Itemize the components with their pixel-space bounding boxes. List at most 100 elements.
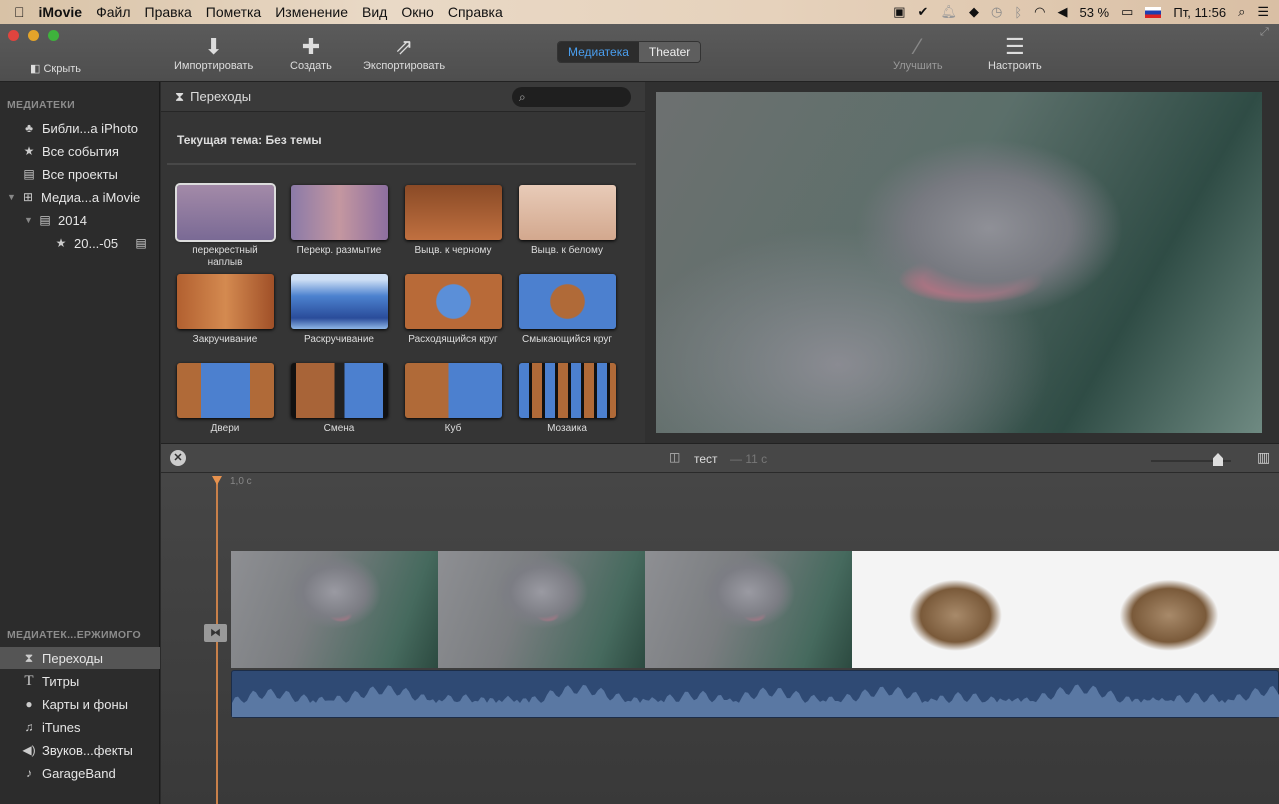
sidebar-item-maps[interactable]: ● Карты и фоны [0,693,160,715]
search-input[interactable]: ⌕ [512,87,631,107]
apple-icon[interactable]:  [14,4,25,20]
adjust-label: Настроить [988,60,1042,72]
transition-thumbnail [518,363,616,418]
bluetooth-icon[interactable]: ᛒ [1014,5,1022,20]
import-button[interactable]: ⬇ Импортировать [174,34,253,72]
transition-label: Выцв. к черному [414,245,492,256]
battery-percent[interactable]: 53 % [1079,5,1109,20]
transition-thumbnail [290,185,388,240]
bell-icon[interactable]: 🔔︎ [940,4,957,20]
sliders-icon: ☰ [1005,34,1025,59]
tab-theater[interactable]: Theater [638,42,701,62]
sidebar-item-2014[interactable]: ▼ ▤ 2014 [0,209,160,231]
transition-tile[interactable]: Мозаика [517,363,617,435]
transition-marker[interactable]: ⧓ [204,624,227,642]
video-clip[interactable] [1059,551,1279,668]
sidebar-item-sound-effects[interactable]: ◀) Звуков...фекты [0,739,160,761]
transition-thumbnail [176,274,274,329]
menu-app[interactable]: iMovie [39,4,83,20]
transition-tile[interactable]: Закручивание [175,274,275,346]
transition-tile[interactable]: Выцв. к черному [403,185,503,257]
close-timeline-button[interactable]: ✕ [170,450,186,466]
transition-tile[interactable]: Раскручивание [289,274,389,346]
flag-icon[interactable] [1145,6,1162,18]
hide-label: Скрыть [43,63,82,75]
speaker-icon: ◀) [22,743,36,757]
content-library-header: МЕДИАТЕК...ЕРЖИМОГО [7,629,141,641]
sidebar-item-all-projects[interactable]: ▤ Все проекты [0,163,160,185]
transition-tile[interactable]: Двери [175,363,275,435]
audio-track[interactable] [231,670,1279,718]
hide-button[interactable]: ◧ Скрыть [30,62,81,75]
sidebar-item-titles[interactable]: T Титры [0,670,160,692]
sidebar-item-garageband[interactable]: ♪ GarageBand [0,762,160,784]
transition-thumbnail [518,185,616,240]
libraries-header: МЕДИАТЕКИ [7,99,75,111]
export-label: Экспортировать [363,60,446,72]
camera-icon[interactable]: ▣ [893,4,905,20]
checkmark-icon[interactable]: ✔ [918,4,929,20]
sidebar-item-label: Все события [42,143,119,159]
transition-label: Смена [323,423,355,434]
adjust-button[interactable]: ☰ Настроить [988,34,1042,72]
evernote-icon[interactable]: ◆ [969,4,979,20]
transitions-browser: ⧗ Переходы ⌕ Текущая тема: Без темы пере… [161,82,645,443]
fullscreen-icon[interactable]: ⤢ [1260,26,1269,39]
video-clip[interactable] [438,551,645,668]
sidebar-item-label: GarageBand [42,765,116,781]
spotlight-icon[interactable]: ⌕ [1238,4,1245,20]
audio-waveform [232,684,1279,717]
transition-thumbnail [518,274,616,329]
view-switcher: Медиатека Theater [557,41,702,63]
sidebar-item-event[interactable]: ★ 20...-05 ▤ [0,232,160,254]
clock[interactable]: Пт, 11:56 [1173,5,1226,20]
zoom-window-button[interactable] [48,30,59,41]
disclosure-triangle-icon[interactable]: ▼ [24,215,33,225]
transition-tile[interactable]: Смена [289,363,389,435]
minimize-window-button[interactable] [28,30,39,41]
transition-tile[interactable]: перекрестный наплыв [174,183,276,269]
sidebar-item-imovie-library[interactable]: ▼ ⊞ Медиа...а iMovie [0,186,160,208]
menu-view[interactable]: Вид [362,4,387,20]
playhead-handle[interactable] [212,476,222,485]
transition-tile[interactable]: Перекр. размытие [289,185,389,257]
export-button[interactable]: ⇗ Экспортировать [363,34,445,72]
sidebar-item-all-events[interactable]: ★ Все события [0,140,160,162]
menu-window[interactable]: Окно [401,4,434,20]
sidebar-item-transitions[interactable]: ⧗ Переходы [0,647,160,669]
menu-file[interactable]: Файл [96,4,130,20]
menu-help[interactable]: Справка [448,4,503,20]
menu-mark[interactable]: Пометка [206,4,261,20]
menu-bar:  iMovie Файл Правка Пометка Изменение В… [0,0,1279,24]
sidebar-item-iphoto[interactable]: ♣ Библи...a iPhoto [0,117,160,139]
enhance-button[interactable]: ⁄ Улучшить [893,34,943,72]
sidebar-item-itunes[interactable]: ♫ iTunes [0,716,160,738]
download-arrow-icon: ⬇ [204,34,223,59]
transition-tile[interactable]: Куб [403,363,503,435]
battery-icon[interactable]: ▭ [1121,4,1133,20]
close-window-button[interactable] [8,30,19,41]
volume-icon[interactable]: ◀ [1057,4,1067,20]
video-clip[interactable] [231,551,438,668]
transition-label: Перекр. размытие [296,245,382,256]
transition-tile[interactable]: Выцв. к белому [517,185,617,257]
notification-list-icon[interactable]: ☰ [1257,4,1269,20]
share-icon: ⇗ [394,34,414,59]
transition-tile[interactable]: Смыкающийся круг [517,274,617,346]
wifi-icon[interactable]: ◠ [1034,4,1045,20]
create-button[interactable]: ✚ Создать [290,34,332,72]
disclosure-triangle-icon[interactable]: ▼ [7,192,16,202]
clip-appearance-icon[interactable]: ▥ [1257,449,1270,466]
time-machine-icon[interactable]: ◷ [991,4,1002,20]
tab-library[interactable]: Медиатека [558,42,639,62]
create-label: Создать [290,60,332,72]
clapper-icon: ▤ [135,236,147,250]
zoom-slider-handle[interactable] [1213,453,1223,466]
video-clip[interactable] [852,551,1059,668]
transition-label: Мозаика [547,423,587,434]
transition-tile[interactable]: Расходящийся круг [403,274,503,346]
menu-edit[interactable]: Правка [145,4,192,20]
video-clip[interactable] [645,551,852,668]
sidebar-item-label: Все проекты [42,166,118,182]
menu-modify[interactable]: Изменение [275,4,348,20]
